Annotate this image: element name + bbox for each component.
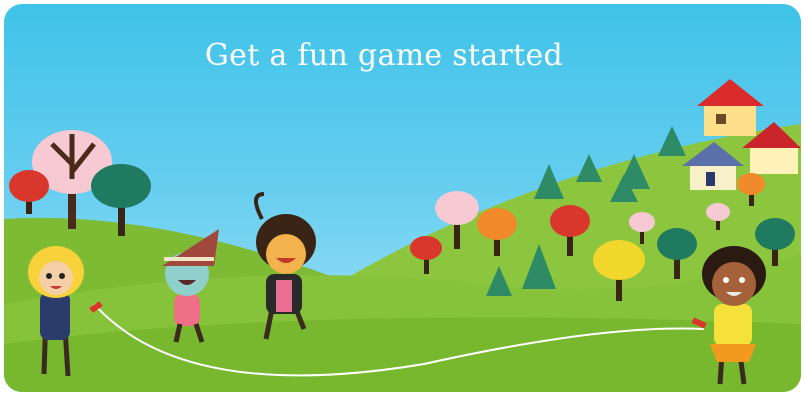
banner-card[interactable]: Get a fun game started — [4, 4, 801, 392]
house-icon — [697, 79, 764, 136]
headline: Get a fun game started — [204, 38, 564, 73]
tree-icon — [9, 170, 49, 214]
